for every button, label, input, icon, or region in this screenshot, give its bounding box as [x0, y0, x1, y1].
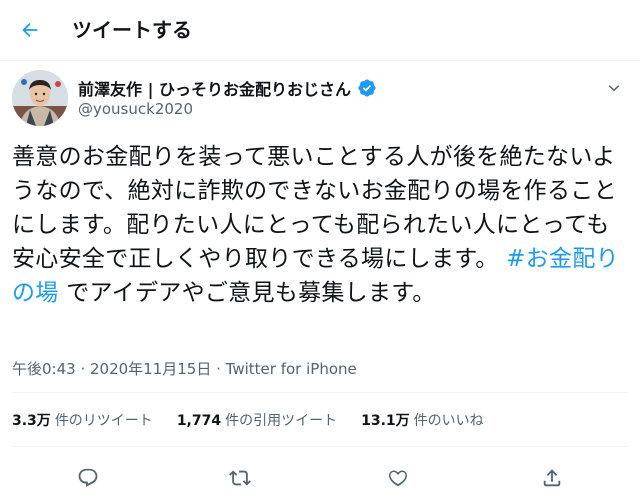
- stat-label: 件の引用ツイート: [225, 413, 338, 429]
- meta-separator: ·: [211, 360, 226, 378]
- tweet-text: 善意のお金配りを装って悪いことする人が後を絶たないようなので、絶対に詐欺のできな…: [12, 140, 628, 310]
- reply-button[interactable]: [68, 458, 108, 498]
- author-handle[interactable]: @yousuck2020: [78, 100, 193, 118]
- stat-count: 3.3万: [12, 413, 51, 429]
- stat-count: 13.1万: [361, 413, 410, 429]
- stat-count: 1,774: [176, 413, 222, 429]
- chevron-down-icon: [608, 85, 620, 92]
- reply-icon: [78, 468, 98, 487]
- header-divider: [0, 60, 640, 61]
- tweet-text-tail: でアイデアやご意見も募集します。: [58, 280, 436, 306]
- share-icon: [543, 469, 561, 487]
- like-button[interactable]: [378, 458, 418, 498]
- tweet-time[interactable]: 午後0:43: [12, 360, 76, 378]
- back-button[interactable]: [14, 14, 46, 46]
- retweet-count-stat[interactable]: 3.3万 件のリツイート: [12, 410, 153, 430]
- tweet-stats: 3.3万 件のリツイート 1,774 件の引用ツイート 13.1万 件のいいね: [12, 410, 508, 430]
- quote-tweet-count-stat[interactable]: 1,774 件の引用ツイート: [177, 410, 337, 430]
- stat-label: 件のリツイート: [54, 413, 153, 429]
- avatar[interactable]: [12, 70, 68, 126]
- meta-separator: ·: [75, 360, 90, 378]
- heart-icon: [388, 470, 408, 487]
- tweet-date[interactable]: 2020年11月15日: [90, 360, 211, 378]
- verified-badge-icon: [358, 79, 376, 97]
- page-title: ツイートする: [72, 18, 192, 42]
- divider: [12, 392, 628, 393]
- author-display-name[interactable]: 前澤友作 | ひっそりお金配りおじさん: [78, 76, 351, 100]
- page-header: ツイートする: [0, 0, 640, 60]
- stat-label: 件のいいね: [413, 413, 484, 429]
- retweet-icon: [229, 470, 251, 486]
- tweet-author: 前澤友作 | ひっそりお金配りおじさん @yousuck2020: [12, 70, 628, 126]
- tweet-actions: [0, 458, 640, 498]
- retweet-button[interactable]: [220, 458, 260, 498]
- tweet-source[interactable]: Twitter for iPhone: [226, 360, 357, 378]
- divider: [12, 446, 628, 447]
- avatar-image: [12, 70, 68, 126]
- arrow-left-icon: [22, 22, 38, 38]
- tweet-metadata: 午後0:43 · 2020年11月15日 · Twitter for iPhon…: [12, 358, 357, 379]
- author-name-row[interactable]: 前澤友作 | ひっそりお金配りおじさん: [78, 76, 377, 100]
- share-button[interactable]: [532, 458, 572, 498]
- more-options-button[interactable]: [600, 74, 628, 102]
- like-count-stat[interactable]: 13.1万 件のいいね: [361, 410, 484, 430]
